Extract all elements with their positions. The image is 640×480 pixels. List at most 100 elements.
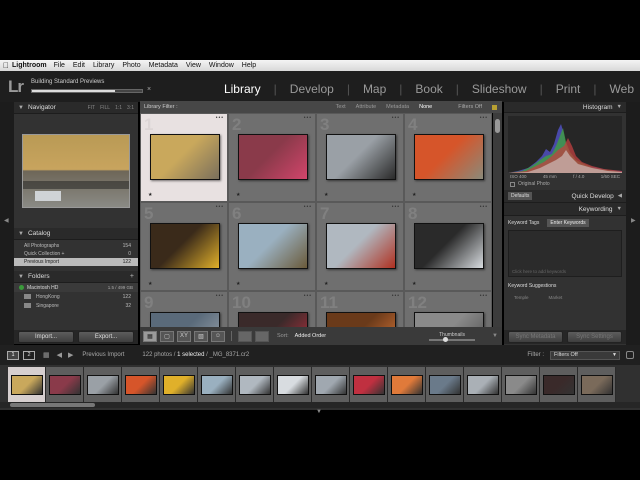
module-book[interactable]: Book — [415, 82, 442, 96]
preset-select[interactable]: Defaults — [508, 192, 533, 200]
original-photo-checkbox[interactable] — [510, 181, 515, 187]
rating-star-icon[interactable]: ★ — [148, 192, 152, 198]
filmstrip-thumb[interactable] — [84, 367, 122, 403]
rating-star-icon[interactable]: ★ — [412, 281, 416, 287]
filmstrip-count[interactable]: 122 photos / 1 selected / _MG_8371.cr2 — [142, 352, 249, 358]
expand-triangle-icon[interactable]: ◀ — [618, 193, 622, 199]
filmstrip-thumb[interactable] — [312, 367, 350, 403]
grid-cell[interactable]: 7 ••• ★ — [316, 202, 404, 291]
filmstrip-scroll-thumb[interactable] — [10, 403, 95, 407]
filter-lock-icon[interactable] — [626, 351, 634, 359]
suggestion-temple[interactable]: Temple — [514, 295, 529, 300]
cell-badge-icon[interactable]: ••• — [304, 115, 312, 121]
filmstrip-thumb[interactable] — [578, 367, 616, 403]
photo-thumbnail[interactable] — [150, 312, 220, 327]
navigator-image[interactable] — [22, 134, 130, 208]
sort-select[interactable]: Added Order — [295, 333, 327, 339]
rating-star-icon[interactable]: ★ — [236, 281, 240, 287]
zoom-fill[interactable]: FILL — [100, 105, 110, 111]
scrollbar-thumb[interactable] — [495, 119, 500, 133]
photo-thumbnail[interactable] — [326, 223, 396, 269]
menu-help[interactable]: Help — [242, 62, 256, 69]
back-arrow-icon[interactable]: ◀ — [57, 351, 62, 359]
cell-badge-icon[interactable]: ••• — [304, 204, 312, 210]
navigator-header[interactable]: ▼ Navigator FIT FILL 1:1 3:1 — [14, 102, 138, 114]
filmstrip-scrollbar[interactable] — [0, 402, 640, 408]
keywording-header[interactable]: Keywording ▼ — [504, 202, 626, 216]
collapse-filmstrip-icon[interactable]: ▼ — [316, 409, 322, 415]
right-panel-edge[interactable]: ▶ — [626, 102, 640, 345]
photo-thumbnail[interactable] — [150, 223, 220, 269]
photo-thumbnail[interactable] — [326, 312, 396, 327]
cell-badge-icon[interactable]: ••• — [392, 115, 400, 121]
compare-view-icon[interactable]: XY — [177, 330, 191, 342]
thumbnail-slider[interactable] — [429, 336, 476, 342]
cell-badge-icon[interactable]: ••• — [480, 293, 488, 299]
grid-cell[interactable]: 1 ••• ★ — [140, 113, 228, 202]
filmstrip-thumb[interactable] — [426, 367, 464, 403]
menu-file[interactable]: File — [54, 62, 65, 69]
filter-metadata[interactable]: Metadata — [386, 104, 409, 110]
cell-badge-icon[interactable]: ••• — [480, 204, 488, 210]
rating-star-icon[interactable]: ★ — [412, 192, 416, 198]
left-panel-edge[interactable]: ◀ — [0, 102, 14, 345]
filter-none[interactable]: None — [419, 104, 432, 110]
grid-cell[interactable]: 3 ••• ★ — [316, 113, 404, 202]
catalog-row-quick[interactable]: Quick Collection + 0 — [14, 250, 138, 258]
zoom-3-1[interactable]: 3:1 — [127, 105, 134, 111]
module-map[interactable]: Map — [363, 82, 386, 96]
photo-thumbnail[interactable] — [238, 223, 308, 269]
menu-metadata[interactable]: Metadata — [149, 62, 178, 69]
suggestion-market[interactable]: Market — [549, 295, 563, 300]
cell-badge-icon[interactable]: ••• — [216, 115, 224, 121]
spray-can-icon[interactable] — [238, 330, 252, 342]
catalog-row-previous-import[interactable]: Previous Import 122 — [14, 258, 138, 266]
menu-edit[interactable]: Edit — [73, 62, 85, 69]
grid-cell[interactable]: 9•••★ — [140, 291, 228, 327]
collapse-triangle-icon[interactable]: ▼ — [617, 206, 622, 212]
add-folder-icon[interactable]: + — [130, 273, 138, 280]
apple-icon[interactable]:  — [0, 61, 12, 70]
grid-cell[interactable]: 8 ••• ★ — [404, 202, 492, 291]
lock-icon[interactable] — [492, 104, 497, 110]
menu-view[interactable]: View — [186, 62, 201, 69]
histogram-graph[interactable] — [508, 116, 622, 173]
grid-cell[interactable]: 2 ••• ★ — [228, 113, 316, 202]
grid-cell[interactable]: 10•••★ — [228, 291, 316, 327]
filmstrip-thumb[interactable] — [46, 367, 84, 403]
cell-badge-icon[interactable]: ••• — [480, 115, 488, 121]
volume-row[interactable]: Macintosh HD 1.5 / 499 GB — [14, 283, 138, 292]
cancel-activity-icon[interactable]: × — [147, 86, 151, 93]
collapse-triangle-icon[interactable]: ▼ — [18, 231, 24, 237]
menu-app-name[interactable]: Lightroom — [12, 62, 47, 69]
photo-thumbnail[interactable] — [414, 223, 484, 269]
photo-thumbnail[interactable] — [414, 134, 484, 180]
zoom-1-1[interactable]: 1:1 — [115, 105, 122, 111]
filmstrip-thumb[interactable] — [350, 367, 388, 403]
survey-view-icon[interactable]: ▧ — [194, 330, 208, 342]
module-library[interactable]: Library — [224, 82, 261, 96]
grid-view-icon[interactable]: ▦ — [143, 330, 157, 342]
quick-develop-header[interactable]: Defaults Quick Develop ◀ — [504, 190, 626, 202]
photo-thumbnail[interactable] — [150, 134, 220, 180]
zoom-fit[interactable]: FIT — [88, 105, 96, 111]
filter-attribute[interactable]: Attribute — [356, 104, 376, 110]
export-button[interactable]: Export... — [78, 331, 134, 343]
forward-arrow-icon[interactable]: ▶ — [68, 351, 73, 359]
cell-badge-icon[interactable]: ••• — [304, 293, 312, 299]
collapse-triangle-icon[interactable]: ▼ — [18, 274, 24, 280]
sort-direction-icon[interactable] — [255, 330, 269, 342]
sync-metadata-button[interactable]: Sync Metadata — [508, 331, 563, 343]
rating-star-icon[interactable]: ★ — [148, 281, 152, 287]
grid-cell[interactable]: 11•••★ — [316, 291, 404, 327]
menu-photo[interactable]: Photo — [122, 62, 140, 69]
filmstrip-thumb[interactable] — [274, 367, 312, 403]
grid-cell[interactable]: 6 ••• ★ — [228, 202, 316, 291]
filmstrip-thumb[interactable] — [502, 367, 540, 403]
module-web[interactable]: Web — [610, 82, 634, 96]
cell-badge-icon[interactable]: ••• — [216, 204, 224, 210]
menu-library[interactable]: Library — [93, 62, 114, 69]
grid-cell[interactable]: 5 ••• ★ — [140, 202, 228, 291]
filmstrip-filter-select[interactable]: Filters Off ▼ — [550, 350, 620, 360]
left-panel-toggle-icon[interactable]: ◀ — [4, 217, 9, 224]
